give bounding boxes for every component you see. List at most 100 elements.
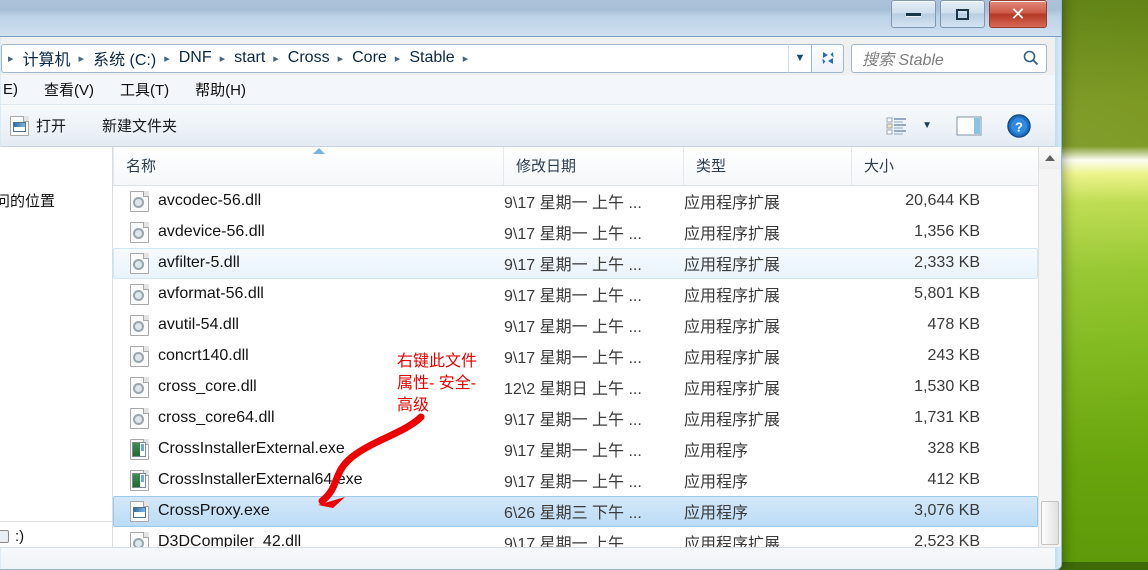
file-name-label: concrt140.dll (158, 347, 249, 365)
scroll-up-button[interactable] (1039, 147, 1061, 169)
file-name-cell: CrossProxy.exe (114, 501, 504, 522)
close-button[interactable]: ✕ (989, 0, 1047, 28)
new-folder-button[interactable]: 新建文件夹 (93, 110, 186, 141)
scrollbar-thumb[interactable] (1041, 501, 1059, 545)
file-type-cell: 应用程序扩展 (684, 344, 852, 368)
new-folder-button-label: 新建文件夹 (102, 115, 177, 136)
table-row[interactable]: avdevice-56.dll9\17 星期一 上午 ...应用程序扩展1,35… (113, 217, 1038, 248)
address-bar-row: ▸ 计算机 ▸ 系统 (C:) ▸ DNF ▸ start ▸ Cross ▸ … (0, 37, 1061, 75)
table-row[interactable]: avutil-54.dll9\17 星期一 上午 ...应用程序扩展478 KB (113, 310, 1038, 341)
breadcrumb-item-core[interactable]: Core (348, 47, 391, 69)
table-row[interactable]: avfilter-5.dll9\17 星期一 上午 ...应用程序扩展2,333… (113, 248, 1038, 279)
file-date-cell: 6\26 星期三 下午 ... (504, 499, 684, 523)
column-header-size[interactable]: 大小 (851, 147, 991, 185)
file-date-cell: 9\17 星期一 上午 ... (504, 406, 684, 430)
open-file-icon (10, 116, 29, 136)
file-name-cell: CrossInstallerExternal.exe (114, 439, 504, 460)
navigation-pane: 问的位置 :) (0, 147, 113, 547)
view-mode-icon (886, 116, 908, 136)
breadcrumb-item-start[interactable]: start (230, 47, 269, 69)
nav-item-drive[interactable]: :) (0, 528, 112, 547)
search-input[interactable]: 搜索 Stable (851, 44, 1047, 73)
file-name-label: avdevice-56.dll (158, 223, 265, 241)
file-name-label: avutil-54.dll (158, 316, 239, 334)
file-type-cell: 应用程序 (684, 437, 852, 461)
menu-item-help[interactable]: 帮助(H) (193, 77, 248, 102)
column-header-date[interactable]: 修改日期 (503, 147, 683, 185)
search-placeholder: 搜索 Stable (862, 46, 1022, 70)
breadcrumb-item-computer[interactable]: 计算机 (19, 44, 75, 72)
breadcrumb-separator: ▸ (216, 52, 231, 65)
file-size-cell: 3,076 KB (852, 502, 992, 520)
file-date-cell: 9\17 星期一 上午 ... (504, 468, 684, 492)
file-name-label: CrossProxy.exe (158, 502, 270, 520)
breadcrumb-separator: ▸ (4, 52, 19, 65)
file-name-cell: avdevice-56.dll (114, 222, 504, 243)
file-size-cell: 5,801 KB (852, 285, 992, 303)
file-name-cell: concrt140.dll (114, 346, 504, 367)
table-row[interactable]: cross_core.dll12\2 星期日 上午 ...应用程序扩展1,530… (113, 372, 1038, 403)
command-bar-right: ▼ ? (881, 109, 1051, 143)
minimize-button[interactable] (891, 0, 936, 28)
vertical-scrollbar[interactable] (1038, 147, 1061, 547)
maximize-icon (956, 9, 969, 20)
title-bar[interactable]: ✕ (0, 0, 1061, 37)
file-name-label: avcodec-56.dll (158, 192, 261, 210)
column-header-name[interactable]: 名称 (113, 147, 503, 185)
dll-file-icon (130, 408, 149, 429)
table-row[interactable]: D3DCompiler_42.dll9\17 星期一 上午 ...应用程序扩展2… (113, 527, 1038, 547)
table-row[interactable]: CrossProxy.exe6\26 星期三 下午 ...应用程序3,076 K… (113, 496, 1038, 527)
column-header-type[interactable]: 类型 (683, 147, 851, 185)
dll-file-icon (130, 532, 149, 547)
menu-item-view[interactable]: 查看(V) (42, 77, 96, 102)
maximize-button[interactable] (940, 0, 985, 28)
file-type-cell: 应用程序扩展 (684, 530, 852, 547)
breadcrumb-item-stable[interactable]: Stable (405, 47, 458, 69)
open-button[interactable]: 打开 (1, 110, 75, 141)
file-size-cell: 20,644 KB (852, 192, 992, 210)
file-size-cell: 1,731 KB (852, 409, 992, 427)
file-date-cell: 9\17 星期一 上午 ... (504, 530, 684, 547)
breadcrumb-separator-trailing[interactable]: ▸ (459, 52, 474, 65)
breadcrumb-item-dnf[interactable]: DNF (175, 47, 216, 69)
refresh-icon (819, 49, 837, 67)
dll-file-icon (130, 315, 149, 336)
exe-file-icon (130, 439, 149, 460)
file-date-cell: 9\17 星期一 上午 ... (504, 189, 684, 213)
breadcrumb-item-system-c[interactable]: 系统 (C:) (89, 44, 160, 72)
menu-item-tools[interactable]: 工具(T) (118, 77, 171, 102)
file-name-cell: CrossInstallerExternal64.exe (114, 470, 504, 491)
address-history-dropdown[interactable]: ▼ (788, 44, 812, 73)
refresh-button[interactable] (812, 44, 844, 73)
file-name-label: avfilter-5.dll (158, 254, 240, 272)
table-row[interactable]: cross_core64.dll9\17 星期一 上午 ...应用程序扩展1,7… (113, 403, 1038, 434)
table-row[interactable]: avformat-56.dll9\17 星期一 上午 ...应用程序扩展5,80… (113, 279, 1038, 310)
preview-pane-icon (956, 115, 982, 137)
file-list-pane: 名称 修改日期 类型 大小 avcodec-56.dll 9\17 星期一 上午 … (113, 147, 1038, 547)
menu-bar: E) 查看(V) 工具(T) 帮助(H) (0, 75, 1061, 105)
file-date-cell: 9\17 星期一 上午 ... (504, 251, 684, 275)
file-name-label: avformat-56.dll (158, 285, 264, 303)
file-name-label: cross_core64.dll (158, 409, 275, 427)
dll-file-icon (130, 253, 149, 274)
table-row[interactable]: CrossInstallerExternal64.exe9\17 星期一 上午 … (113, 465, 1038, 496)
table-row[interactable]: avcodec-56.dll9\17 星期一 上午 ...应用程序扩展20,64… (113, 186, 1038, 217)
minimize-icon (906, 13, 921, 16)
table-row[interactable]: CrossInstallerExternal.exe9\17 星期一 上午 ..… (113, 434, 1038, 465)
file-size-cell: 1,530 KB (852, 378, 992, 396)
chevron-down-icon: ▼ (922, 120, 932, 131)
help-button[interactable]: ? (1001, 109, 1037, 143)
table-row[interactable]: concrt140.dll9\17 星期一 上午 ...应用程序扩展243 KB (113, 341, 1038, 372)
breadcrumb[interactable]: ▸ 计算机 ▸ 系统 (C:) ▸ DNF ▸ start ▸ Cross ▸ … (1, 44, 788, 73)
nav-item-recent-places[interactable]: 问的位置 (0, 187, 112, 214)
file-type-cell: 应用程序扩展 (684, 375, 852, 399)
view-mode-button[interactable]: ▼ (881, 112, 937, 140)
preview-pane-button[interactable] (951, 111, 987, 141)
dll-file-icon (130, 191, 149, 212)
search-icon (1022, 49, 1040, 67)
file-size-cell: 2,333 KB (852, 254, 992, 272)
breadcrumb-item-cross[interactable]: Cross (284, 47, 334, 69)
breadcrumb-separator: ▸ (334, 52, 349, 65)
menu-item-edit[interactable]: E) (1, 79, 20, 100)
explorer-body: 问的位置 :) 名称 修改日期 类型 大小 avcodec-56.dll 9\17… (0, 147, 1061, 547)
